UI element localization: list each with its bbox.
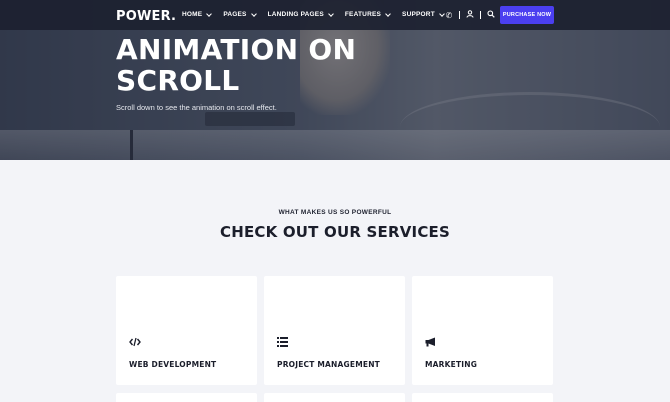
divider <box>480 11 481 19</box>
chevron-down-icon <box>250 10 257 17</box>
hero-title-line-2: SCROLL <box>116 64 240 97</box>
section-eyebrow: WHAT MAKES US SO POWERFUL <box>278 209 392 216</box>
menu-item-landing-pages[interactable]: LANDING PAGES <box>267 10 334 18</box>
menu-item-home[interactable]: HOME <box>182 10 213 18</box>
service-card-title: PROJECT MANAGEMENT <box>277 360 381 369</box>
brand-logo[interactable]: POWER. <box>116 9 176 24</box>
megaphone-icon <box>425 337 437 350</box>
service-card-project-management[interactable]: PROJECT MANAGEMENT <box>264 276 405 385</box>
purchase-now-button[interactable]: PURCHASE NOW <box>500 6 554 24</box>
divider <box>459 11 460 19</box>
list-icon <box>277 337 288 352</box>
menu-item-features[interactable]: FEATURES <box>344 10 391 18</box>
chevron-down-icon <box>328 10 334 17</box>
chevron-down-icon <box>206 10 213 17</box>
menu-item-support[interactable]: SUPPORT <box>402 10 445 18</box>
service-card-web-development[interactable]: WEB DEVELOPMENT <box>116 276 257 385</box>
section-heading: CHECK OUT OUR SERVICES <box>219 223 450 241</box>
service-card[interactable] <box>116 393 257 402</box>
service-card[interactable] <box>412 393 553 402</box>
service-card-marketing[interactable]: MARKETING <box>412 276 553 385</box>
hero-title-line-1: ANIMATION ON <box>116 33 357 66</box>
menu-item-label: LANDING PAGES <box>267 11 324 18</box>
menu-item-label: PAGES <box>223 11 247 18</box>
top-navbar: POWER. HOME PAGES LANDING PAGES FEATURES… <box>0 0 670 30</box>
search-icon[interactable] <box>486 10 496 20</box>
chevron-down-icon <box>385 10 391 17</box>
nav-icon-group: ✆ <box>444 10 496 20</box>
user-icon[interactable] <box>465 10 475 20</box>
menu-item-label: HOME <box>182 11 203 18</box>
menu-item-label: FEATURES <box>344 11 382 18</box>
service-card-title: MARKETING <box>425 360 478 369</box>
hero-subtitle: Scroll down to see the animation on scro… <box>116 103 277 112</box>
service-card-title: WEB DEVELOPMENT <box>129 360 217 369</box>
phone-icon[interactable]: ✆ <box>444 11 454 20</box>
code-icon <box>129 337 141 350</box>
main-menu: HOME PAGES LANDING PAGES FEATURES SUPPOR… <box>182 10 445 18</box>
menu-item-pages[interactable]: PAGES <box>223 10 257 18</box>
service-card[interactable] <box>264 393 405 402</box>
hero-title: ANIMATION ON SCROLL <box>116 34 376 96</box>
menu-item-label: SUPPORT <box>402 11 435 18</box>
